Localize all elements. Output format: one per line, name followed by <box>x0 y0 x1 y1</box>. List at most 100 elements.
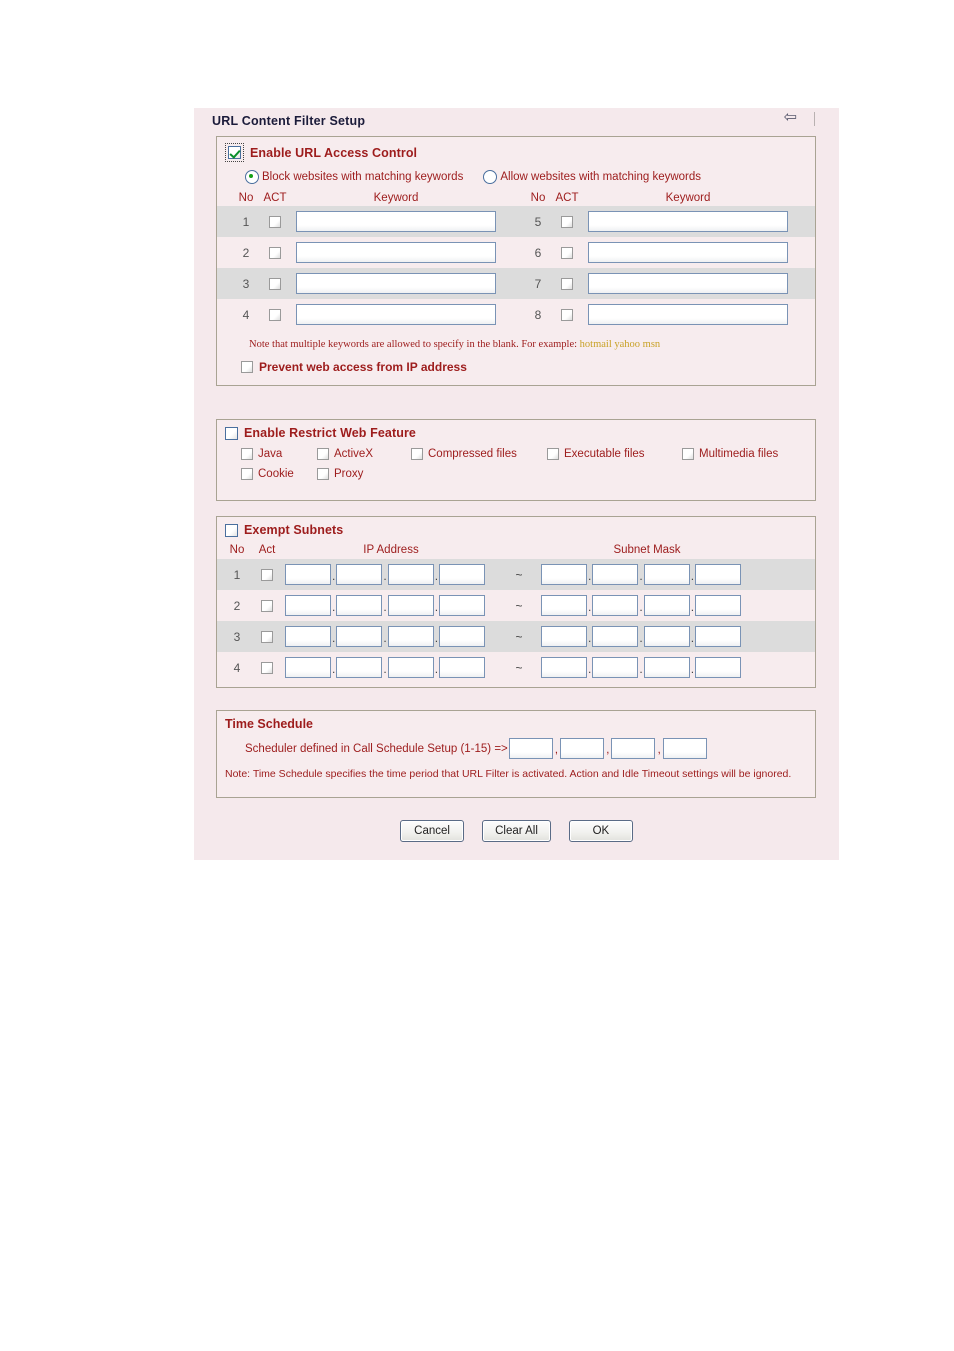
subnet-row-no: 2 <box>233 598 241 613</box>
ip-octet-1[interactable] <box>285 595 331 616</box>
subnet-act-checkbox[interactable] <box>261 661 273 674</box>
subnet-row-no: 4 <box>233 660 241 675</box>
titlebar: URL Content Filter Setup ⇦ <box>194 108 839 132</box>
keyword-input[interactable] <box>296 304 496 325</box>
ok-button[interactable]: OK <box>568 820 633 842</box>
mask-octet-1[interactable] <box>541 626 587 647</box>
feature-java-checkbox[interactable] <box>241 448 253 460</box>
feature-proxy-checkbox[interactable] <box>317 468 329 480</box>
scheduler-input-4[interactable] <box>662 738 707 759</box>
feature-executable-files[interactable]: Executable files <box>547 448 682 460</box>
ip-octet-4[interactable] <box>439 626 486 647</box>
subnet-mask-group: . . . <box>541 564 753 585</box>
radio-option-block[interactable]: Block websites with matching keywords <box>245 170 463 184</box>
keyword-act-checkbox[interactable] <box>561 277 573 290</box>
ip-octet-2[interactable] <box>336 626 383 647</box>
feature-java[interactable]: Java <box>241 448 317 460</box>
keyword-act-checkbox[interactable] <box>269 246 281 259</box>
keyword-input[interactable] <box>588 304 788 325</box>
feature-executable-files-checkbox[interactable] <box>547 448 559 460</box>
enable-restrict-web-row[interactable]: Enable Restrict Web Feature <box>217 420 815 440</box>
keyword-row: 2 6 <box>217 237 815 268</box>
ip-octet-2[interactable] <box>336 564 383 585</box>
keyword-act-checkbox[interactable] <box>561 215 573 228</box>
feature-compressed-files-checkbox[interactable] <box>411 448 423 460</box>
mask-octet-2[interactable] <box>592 657 639 678</box>
scheduler-input-3[interactable] <box>611 738 656 759</box>
prevent-ip-access-row[interactable]: Prevent web access from IP address <box>217 350 815 374</box>
mask-octet-4[interactable] <box>695 657 742 678</box>
filter-mode-radio-group: Block websites with matching keywords Al… <box>217 162 815 184</box>
ip-octet-1[interactable] <box>285 564 331 585</box>
cancel-button[interactable]: Cancel <box>400 820 465 842</box>
enable-exempt-subnets-row[interactable]: Exempt Subnets <box>217 517 815 537</box>
ip-octet-4[interactable] <box>439 595 486 616</box>
clear-all-button[interactable]: Clear All <box>482 820 551 842</box>
ip-octet-3[interactable] <box>387 626 434 647</box>
enable-restrict-web-checkbox[interactable] <box>225 426 238 440</box>
subnet-act-checkbox[interactable] <box>261 599 273 612</box>
keyword-input[interactable] <box>588 242 788 263</box>
keyword-act-checkbox[interactable] <box>269 277 281 290</box>
ip-octet-3[interactable] <box>387 657 434 678</box>
ip-octet-2[interactable] <box>336 657 383 678</box>
mask-octet-4[interactable] <box>695 626 742 647</box>
enable-url-access-control-checkbox[interactable] <box>228 146 241 159</box>
feature-proxy[interactable]: Proxy <box>317 468 411 480</box>
feature-multimedia-files[interactable]: Multimedia files <box>682 448 778 460</box>
mask-octet-2[interactable] <box>592 564 639 585</box>
ip-octet-1[interactable] <box>285 657 331 678</box>
block-radio[interactable] <box>245 170 259 184</box>
keyword-input[interactable] <box>296 242 496 263</box>
enable-url-access-control-row[interactable]: Enable URL Access Control <box>217 137 815 162</box>
keyword-act-checkbox[interactable] <box>561 308 573 321</box>
mask-octet-2[interactable] <box>592 626 639 647</box>
form-actions: Cancel Clear All OK <box>194 820 839 842</box>
ip-octet-3[interactable] <box>387 564 434 585</box>
subnet-row: 3 . . . ~ . . . <box>217 621 815 652</box>
enable-exempt-subnets-checkbox[interactable] <box>225 523 238 537</box>
feature-compressed-files[interactable]: Compressed files <box>411 448 547 460</box>
feature-multimedia-files-checkbox[interactable] <box>682 448 694 460</box>
subnet-act-checkbox[interactable] <box>261 630 273 643</box>
feature-activex[interactable]: ActiveX <box>317 448 411 460</box>
section-url-access-control: Enable URL Access Control Block websites… <box>216 136 816 386</box>
mask-octet-1[interactable] <box>541 595 587 616</box>
mask-octet-3[interactable] <box>643 564 690 585</box>
enable-restrict-web-label: Enable Restrict Web Feature <box>244 426 416 440</box>
restrict-feature-row-2: Cookie Proxy <box>217 460 815 480</box>
ip-address-group: . . . <box>285 626 497 647</box>
radio-option-allow[interactable]: Allow websites with matching keywords <box>483 170 701 184</box>
keyword-row: 4 8 <box>217 299 815 330</box>
mask-octet-3[interactable] <box>643 626 690 647</box>
ip-octet-4[interactable] <box>439 657 486 678</box>
keyword-input[interactable] <box>588 273 788 294</box>
mask-octet-2[interactable] <box>592 595 639 616</box>
mask-octet-3[interactable] <box>643 657 690 678</box>
keyword-row-no: 3 <box>242 276 250 291</box>
keyword-act-checkbox[interactable] <box>269 215 281 228</box>
keyword-input[interactable] <box>296 211 496 232</box>
mask-octet-1[interactable] <box>541 657 587 678</box>
feature-activex-checkbox[interactable] <box>317 448 329 460</box>
ip-octet-4[interactable] <box>439 564 486 585</box>
ip-octet-2[interactable] <box>336 595 383 616</box>
keyword-input[interactable] <box>296 273 496 294</box>
scheduler-input-1[interactable] <box>508 738 553 759</box>
mask-octet-4[interactable] <box>695 564 742 585</box>
feature-cookie[interactable]: Cookie <box>241 468 317 480</box>
scheduler-input-2[interactable] <box>560 738 605 759</box>
subnet-act-checkbox[interactable] <box>261 568 273 581</box>
allow-radio[interactable] <box>483 170 498 184</box>
mask-octet-1[interactable] <box>541 564 587 585</box>
ip-octet-3[interactable] <box>387 595 434 616</box>
feature-cookie-checkbox[interactable] <box>241 468 253 480</box>
keyword-act-checkbox[interactable] <box>561 246 573 259</box>
mask-octet-3[interactable] <box>643 595 690 616</box>
mask-octet-4[interactable] <box>695 595 742 616</box>
keyword-act-checkbox[interactable] <box>269 308 281 321</box>
left-arrow-icon[interactable]: ⇦ <box>784 110 797 126</box>
keyword-input[interactable] <box>588 211 788 232</box>
prevent-ip-access-checkbox[interactable] <box>241 361 253 373</box>
ip-octet-1[interactable] <box>285 626 331 647</box>
